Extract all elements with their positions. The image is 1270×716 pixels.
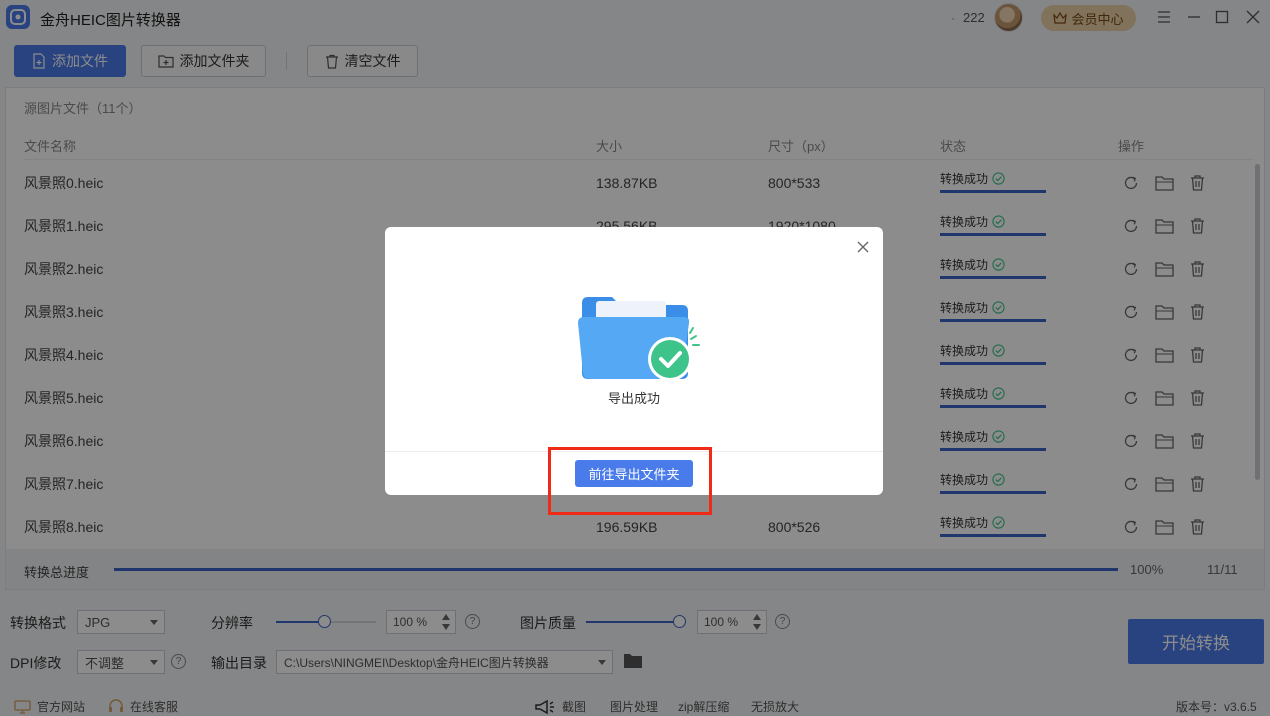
highlight-box xyxy=(548,447,712,515)
dialog-close-icon[interactable] xyxy=(855,239,871,255)
folder-success-icon xyxy=(578,293,708,388)
dialog-message: 导出成功 xyxy=(607,391,660,406)
